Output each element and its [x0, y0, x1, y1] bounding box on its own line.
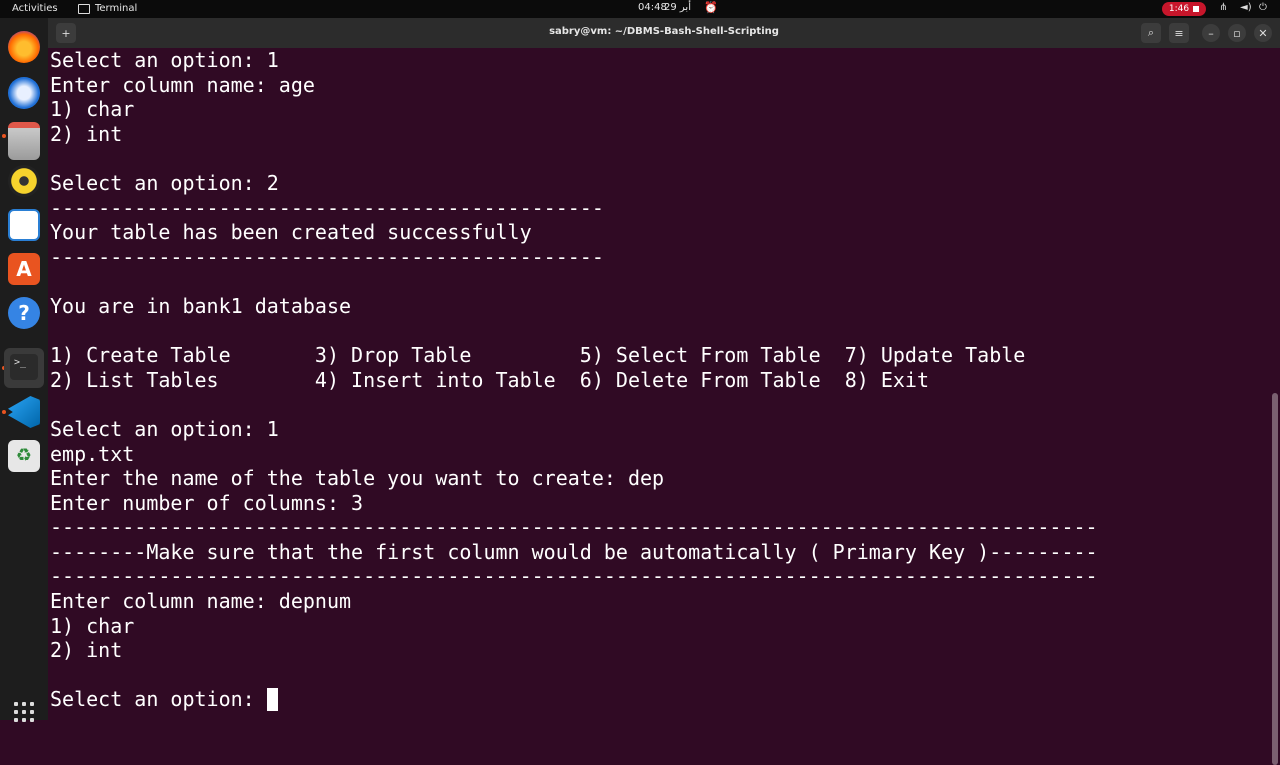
terminal-line: Select an option: 1	[50, 416, 279, 441]
terminal-line: Select an option: 2	[50, 170, 279, 195]
files-icon[interactable]	[8, 122, 40, 160]
search-button[interactable]: ⌕	[1141, 23, 1161, 43]
terminal-line: ----------------------------------------…	[50, 515, 1098, 540]
libreoffice-writer-icon[interactable]	[8, 209, 40, 241]
clock-time[interactable]: 04:48	[638, 2, 667, 13]
rhythmbox-icon[interactable]	[8, 165, 40, 197]
terminal-line: ----------------------------------------…	[50, 195, 604, 220]
terminal-line: 2) int	[50, 638, 123, 663]
app-menu-label: Terminal	[95, 3, 138, 14]
close-icon: ✕	[1258, 26, 1268, 40]
terminal-prompt: Select an option:	[50, 687, 267, 712]
activities-button[interactable]: Activities	[12, 3, 58, 14]
show-apps-icon[interactable]	[14, 702, 36, 724]
text-cursor	[266, 688, 278, 712]
terminal-line: Enter column name: age	[50, 72, 315, 97]
terminal-line: You are in bank1 database	[50, 293, 352, 318]
terminal-scrollbar[interactable]	[1272, 393, 1278, 765]
window-title: sabry@vm: ~/DBMS-Bash-Shell-Scripting	[549, 26, 779, 37]
terminal-line: 1) char	[50, 613, 135, 638]
terminal-line: ----------------------------------------…	[50, 244, 604, 269]
terminal-view[interactable]: Select an option: 1 Enter column name: ag…	[48, 48, 1280, 765]
terminal-line: 2) int	[50, 121, 123, 146]
firefox-icon[interactable]	[8, 31, 40, 63]
dock: A ? >_ ♻	[0, 18, 48, 722]
terminal-headerbar: + sabry@vm: ~/DBMS-Bash-Shell-Scripting …	[48, 18, 1280, 48]
terminal-line: --------Make sure that the first column …	[50, 539, 1098, 564]
screen-recording-indicator[interactable]: 1:46	[1162, 2, 1206, 16]
terminal-line: Your table has been created successfully	[50, 220, 532, 245]
top-bar: Activities Terminal 04:48 29 أبر ⏰ 1:46 …	[0, 0, 1280, 18]
menu-button[interactable]: ≡	[1169, 23, 1189, 43]
terminal-line: Enter the name of the table you want to …	[50, 466, 665, 491]
running-indicator	[2, 134, 6, 138]
terminal-line: 1) Create Table 3) Drop Table 5) Select …	[50, 343, 1026, 368]
app-menu[interactable]: Terminal	[78, 3, 137, 14]
running-indicator-vscode	[2, 410, 6, 414]
volume-icon[interactable]: ◄)	[1240, 2, 1252, 13]
terminal-icon: >_	[10, 354, 38, 380]
trash-icon[interactable]: ♻	[8, 440, 40, 472]
power-icon[interactable]: ⏻	[1259, 2, 1267, 13]
stop-icon	[1193, 6, 1200, 12]
app-center-icon[interactable]: A	[8, 253, 40, 285]
terminal-line: Enter number of columns: 3	[50, 490, 364, 515]
maximize-button[interactable]: ▫	[1228, 24, 1246, 42]
minimize-icon: –	[1208, 26, 1214, 40]
help-icon[interactable]: ?	[8, 297, 40, 329]
terminal-line: Select an option: 1	[50, 48, 279, 72]
vscode-icon[interactable]	[8, 396, 40, 428]
maximize-icon: ▫	[1233, 26, 1241, 40]
terminal-line: 1) char	[50, 97, 135, 122]
terminal-line: Enter column name: depnum	[50, 589, 352, 614]
minimize-button[interactable]: –	[1202, 24, 1220, 42]
search-icon: ⌕	[1147, 26, 1155, 39]
terminal-line: 2) List Tables 4) Insert into Table 6) D…	[50, 367, 929, 392]
hamburger-menu-icon: ≡	[1174, 26, 1184, 40]
alarm-icon: ⏰	[704, 1, 718, 14]
thunderbird-icon[interactable]	[8, 77, 40, 109]
network-icon[interactable]: ⋔	[1219, 2, 1227, 13]
terminal-line: emp.txt	[50, 441, 135, 466]
recording-time: 1:46	[1168, 4, 1190, 14]
terminal-small-icon	[78, 3, 90, 14]
terminal-line: ----------------------------------------…	[50, 564, 1098, 589]
close-button[interactable]: ✕	[1254, 24, 1272, 42]
terminal-prompt-line[interactable]: Select an option:	[50, 687, 1098, 712]
terminal-dock-highlight[interactable]: >_	[4, 348, 44, 388]
clock-date[interactable]: 29 أبر	[664, 2, 691, 13]
terminal-output: Select an option: 1 Enter column name: ag…	[50, 48, 1098, 712]
